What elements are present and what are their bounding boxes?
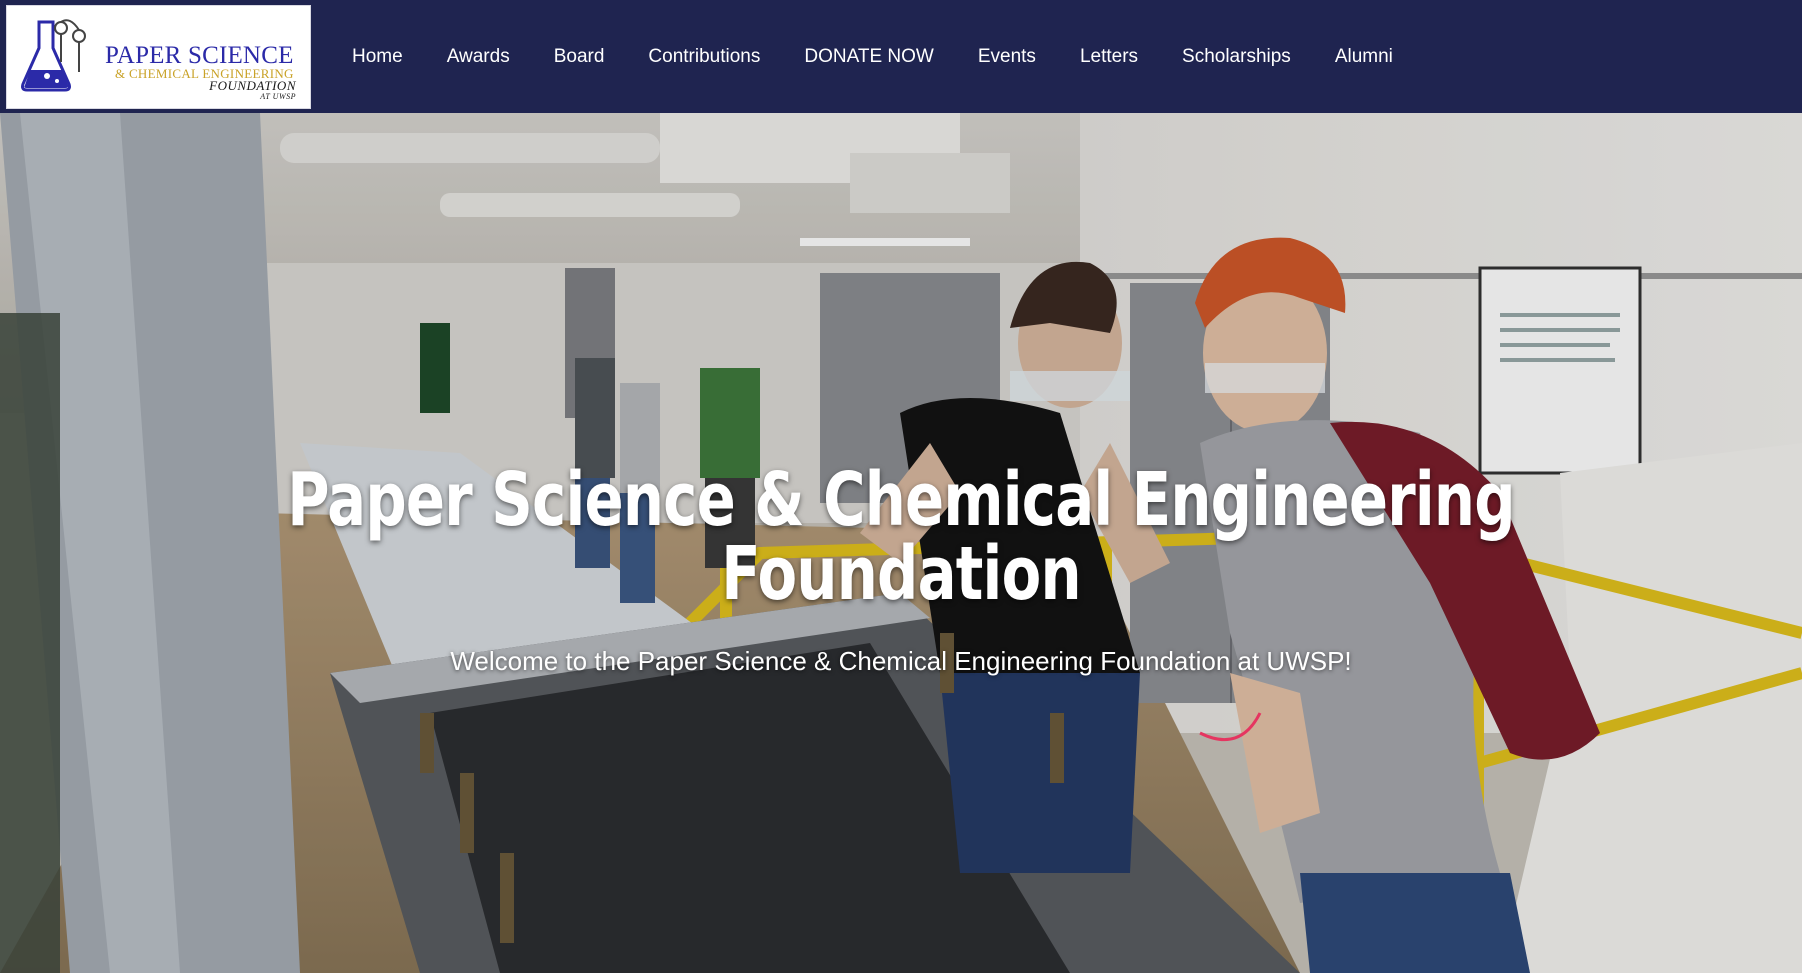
nav-home[interactable]: Home	[352, 46, 403, 68]
nav-donate-now[interactable]: DONATE NOW	[804, 46, 933, 68]
nav-letters[interactable]: Letters	[1080, 46, 1138, 68]
nav-awards[interactable]: Awards	[447, 46, 510, 68]
hero-title: Paper Science & Chemical Engineering Fou…	[198, 463, 1604, 611]
nav-board[interactable]: Board	[554, 46, 605, 68]
flask-icon	[21, 19, 86, 92]
site-logo[interactable]: PAPER SCIENCE & CHEMICAL ENGINEERING FOU…	[6, 5, 311, 109]
hero-banner: Paper Science & Chemical Engineering Fou…	[0, 113, 1802, 973]
nav-scholarships[interactable]: Scholarships	[1182, 46, 1291, 68]
hero-title-line1: Paper Science & Chemical Engineering	[287, 457, 1515, 543]
hero-title-line2: Foundation	[721, 531, 1081, 617]
main-navigation: Home Awards Board Contributions DONATE N…	[330, 0, 1415, 113]
nav-events[interactable]: Events	[978, 46, 1036, 68]
nav-alumni[interactable]: Alumni	[1335, 46, 1393, 68]
site-header: PAPER SCIENCE & CHEMICAL ENGINEERING FOU…	[0, 0, 1804, 113]
nav-contributions[interactable]: Contributions	[648, 46, 760, 68]
logo-text-uwsp: AT UWSP	[260, 92, 296, 101]
hero-subtitle: Welcome to the Paper Science & Chemical …	[450, 646, 1352, 676]
